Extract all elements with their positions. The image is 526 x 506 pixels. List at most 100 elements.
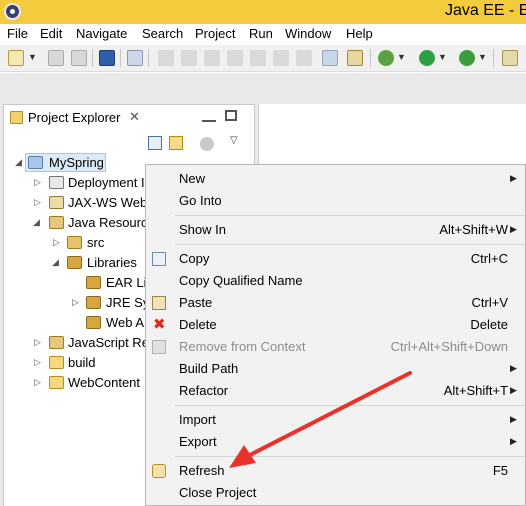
menu-item-paste[interactable]: Paste Ctrl+V [146, 292, 526, 314]
debug-dropdown-icon[interactable]: ▼ [397, 52, 406, 62]
deploy-icon[interactable] [347, 50, 363, 66]
collapsed-arrow-icon[interactable]: ▷ [34, 357, 41, 368]
tree-item-javascript-resources[interactable]: ▷ JavaScript Re [0, 333, 149, 353]
menu-item-show-in[interactable]: Show In Alt+Shift+W ▶ [146, 219, 526, 241]
collapsed-arrow-icon[interactable]: ▷ [34, 377, 41, 388]
menu-item-build-path[interactable]: Build Path ▶ [146, 358, 526, 380]
menu-item-shortcut: Ctrl+Alt+Shift+Down [390, 339, 508, 354]
menu-item-label: Refresh [179, 463, 225, 478]
tree-item-web-app-libraries[interactable]: Web A [0, 313, 145, 333]
menu-item-copy-qualified-name[interactable]: Copy Qualified Name [146, 270, 526, 292]
menu-item-go-into[interactable]: Go Into [146, 190, 526, 212]
menu-help[interactable]: Help [346, 26, 373, 41]
menu-item-close-project[interactable]: Close Project [146, 482, 526, 504]
submenu-arrow-icon: ▶ [510, 385, 517, 395]
tree-item-java-resources[interactable]: ◢ Java Resourc [0, 213, 147, 233]
open-console-icon[interactable] [99, 50, 115, 66]
menu-item-shortcut: Alt+Shift+T [443, 383, 508, 398]
menu-edit[interactable]: Edit [40, 26, 62, 41]
new-server-icon[interactable] [502, 50, 518, 66]
expanded-arrow-icon[interactable]: ◢ [15, 157, 22, 168]
menu-item-new[interactable]: New ▶ [146, 168, 526, 190]
tree-item-label: WebContent [68, 375, 141, 390]
collapsed-arrow-icon[interactable]: ▷ [34, 177, 41, 188]
tree-item-label: Deployment I [68, 175, 145, 190]
suspend-icon [181, 50, 197, 66]
project-explorer-tab[interactable]: Project Explorer ✕ [4, 105, 144, 131]
collapsed-arrow-icon[interactable]: ▷ [34, 337, 41, 348]
view-menu-icon[interactable]: ▽ [230, 135, 238, 146]
tree-item-jaxws[interactable]: ▷ JAX-WS Web [0, 193, 147, 213]
tree-item-myspring[interactable]: ◢ MySpring [0, 153, 140, 173]
run-dropdown-icon[interactable]: ▼ [438, 52, 447, 62]
menu-file[interactable]: File [7, 26, 28, 41]
menu-run[interactable]: Run [249, 26, 273, 41]
tree-item-label: Web A [106, 315, 145, 330]
menu-item-label: Delete [179, 317, 217, 332]
collapsed-arrow-icon[interactable]: ▷ [72, 297, 79, 308]
expanded-arrow-icon[interactable]: ◢ [52, 257, 59, 268]
new-dropdown-icon[interactable]: ▼ [28, 52, 37, 62]
tree-item-deployment[interactable]: ▷ Deployment I [0, 173, 145, 193]
main-toolbar: ▼ ▼ ▼ ▼ [0, 45, 526, 72]
link-with-editor-icon[interactable] [169, 136, 183, 150]
toolbar-separator [493, 49, 494, 67]
menu-item-copy[interactable]: Copy Ctrl+C [146, 248, 526, 270]
menu-item-delete[interactable]: ✖ Delete Delete [146, 314, 526, 336]
tree-item-jre-system-library[interactable]: ▷ JRE Sy [0, 293, 149, 313]
submenu-arrow-icon: ▶ [510, 436, 517, 446]
focus-on-active-task-icon[interactable] [200, 137, 214, 151]
use-step-filters-icon[interactable] [322, 50, 338, 66]
save-all-icon[interactable] [71, 50, 87, 66]
library-icon [86, 296, 101, 309]
menu-item-refresh[interactable]: Refresh F5 [146, 460, 526, 482]
menu-item-label: Export [179, 434, 217, 449]
collapsed-arrow-icon[interactable]: ▷ [34, 197, 41, 208]
menu-item-shortcut: F5 [492, 463, 508, 478]
menu-item-import[interactable]: Import ▶ [146, 409, 526, 431]
project-explorer-title: Project Explorer [28, 110, 121, 125]
menu-project[interactable]: Project [195, 26, 235, 41]
toolbar-separator [370, 49, 371, 67]
remove-context-icon [152, 340, 166, 354]
run-icon[interactable] [419, 50, 435, 66]
refresh-icon [152, 464, 166, 478]
tree-item-build[interactable]: ▷ build [0, 353, 145, 373]
close-icon[interactable]: ✕ [129, 109, 140, 125]
menu-item-label: Go Into [179, 193, 222, 208]
new-icon[interactable] [8, 50, 24, 66]
save-icon[interactable] [48, 50, 64, 66]
menu-item-refactor[interactable]: Refactor Alt+Shift+T ▶ [146, 380, 526, 402]
expanded-arrow-icon[interactable]: ◢ [33, 217, 40, 228]
menu-window[interactable]: Window [285, 26, 331, 41]
menu-separator [175, 244, 525, 245]
menu-navigate[interactable]: Navigate [76, 26, 127, 41]
tree-item-libraries[interactable]: ◢ Libraries [0, 253, 145, 273]
skip-breakpoints-icon[interactable] [127, 50, 143, 66]
eclipse-app-icon[interactable] [4, 3, 21, 20]
menu-item-label: Copy Qualified Name [179, 273, 303, 288]
collapse-all-icon[interactable] [148, 136, 162, 150]
menu-item-remove-from-context: Remove from Context Ctrl+Alt+Shift+Down [146, 336, 526, 358]
disconnect-icon [227, 50, 243, 66]
collapsed-arrow-icon[interactable]: ▷ [53, 237, 60, 248]
menu-search[interactable]: Search [142, 26, 183, 41]
menu-item-export[interactable]: Export ▶ [146, 431, 526, 453]
toolbar-separator [120, 49, 121, 67]
menu-separator [175, 405, 525, 406]
menu-item-shortcut: Delete [470, 317, 508, 332]
tree-item-label: JavaScript Re [68, 335, 149, 350]
delete-icon: ✖ [153, 316, 166, 333]
debug-icon[interactable] [378, 50, 394, 66]
jaxws-icon [49, 196, 64, 209]
title-bar: Java EE - Ec [0, 0, 526, 24]
tree-item-src[interactable]: ▷ src [0, 233, 145, 253]
run-external-tool-icon[interactable] [459, 50, 475, 66]
minimize-icon[interactable] [202, 112, 216, 122]
external-tool-dropdown-icon[interactable]: ▼ [478, 52, 487, 62]
tree-item-label: Libraries [87, 255, 137, 270]
tree-item-ear-libraries[interactable]: EAR Lil [0, 273, 149, 293]
maximize-icon[interactable] [225, 110, 237, 121]
tree-item-webcontent[interactable]: ▷ WebContent [0, 373, 145, 393]
submenu-arrow-icon: ▶ [510, 414, 517, 424]
